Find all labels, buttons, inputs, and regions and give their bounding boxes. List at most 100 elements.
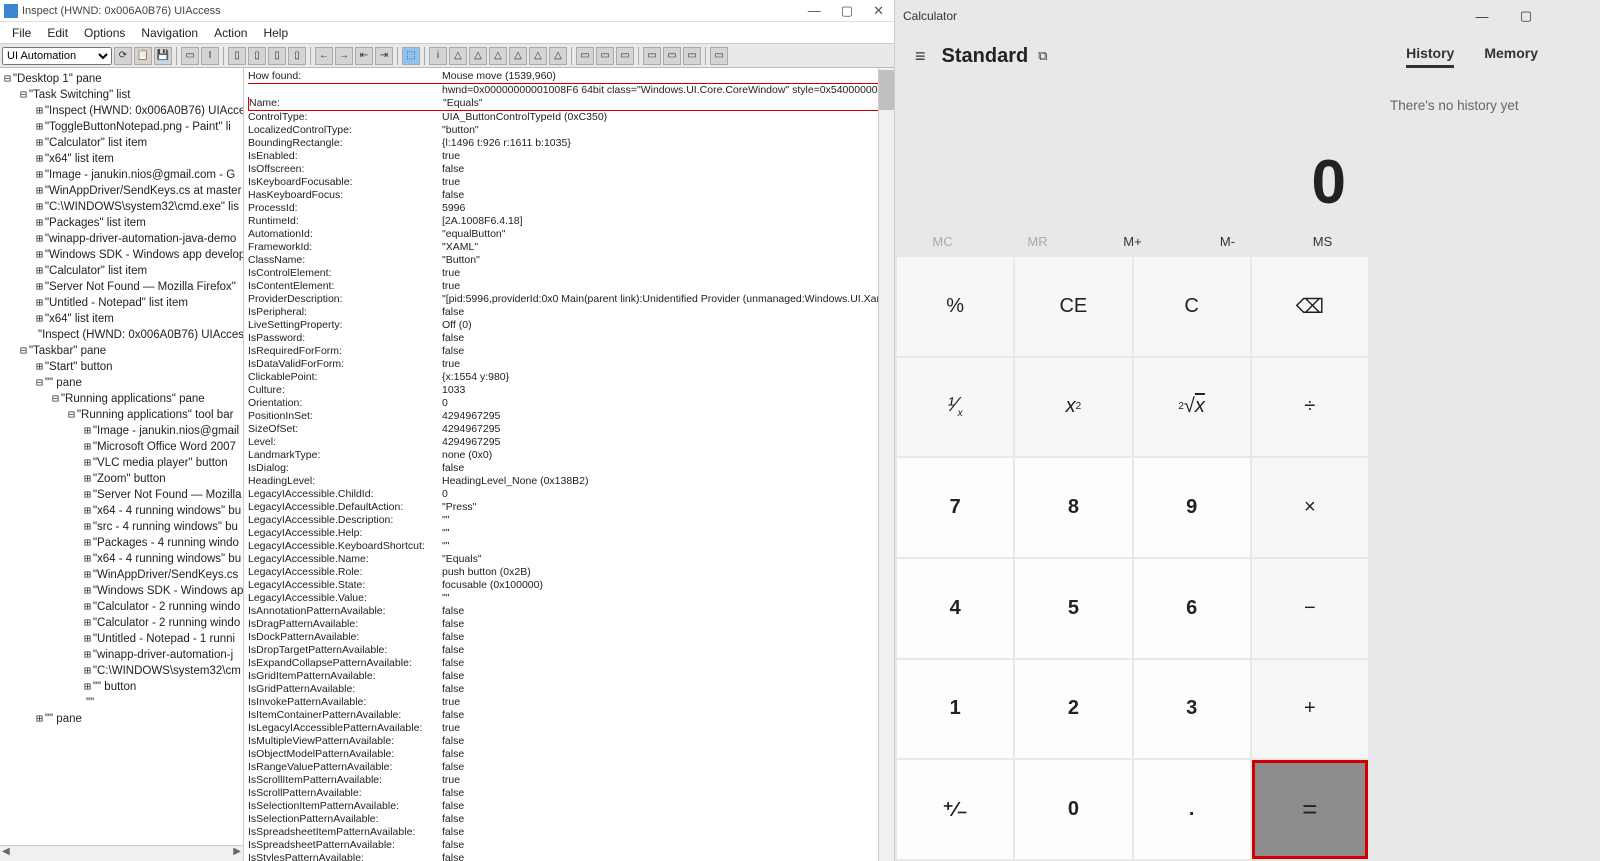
property-row[interactable]: LocalizedControlType:"button" — [248, 124, 890, 137]
property-row[interactable]: FrameworkId:"XAML" — [248, 241, 890, 254]
num-9-button[interactable]: 9 — [1134, 458, 1250, 557]
property-row[interactable]: LegacyIAccessible.Value:"" — [248, 592, 890, 605]
num-0-button[interactable]: 0 — [1015, 760, 1131, 859]
tree-item[interactable]: ⊞"" pane — [0, 710, 243, 726]
close-icon[interactable]: ✕ — [873, 3, 884, 19]
tb-btn-14[interactable]: ⬚ — [402, 47, 420, 65]
tree-item[interactable]: ⊞"x64" list item — [0, 150, 243, 166]
property-row[interactable]: ClickablePoint:{x:1554 y:980} — [248, 371, 890, 384]
property-row[interactable]: HasKeyboardFocus:false — [248, 189, 890, 202]
tb-btn-8[interactable]: ▯ — [268, 47, 286, 65]
property-row[interactable]: IsDockPatternAvailable:false — [248, 631, 890, 644]
property-row[interactable]: IsExpandCollapsePatternAvailable:false — [248, 657, 890, 670]
property-row[interactable]: LegacyIAccessible.ChildId:0 — [248, 488, 890, 501]
tb-btn-10[interactable]: ← — [315, 47, 333, 65]
property-row[interactable]: IsPeripheral:false — [248, 306, 890, 319]
tree-item[interactable]: ⊞"WinAppDriver/SendKeys.cs at master — [0, 182, 243, 198]
property-row[interactable]: IsDialog:false — [248, 462, 890, 475]
tb-btn-12[interactable]: ⇤ — [355, 47, 373, 65]
multiply-button[interactable]: × — [1252, 458, 1368, 557]
property-row[interactable]: LegacyIAccessible.Name:"Equals" — [248, 553, 890, 566]
maximize-icon[interactable]: ▢ — [841, 3, 853, 19]
num-6-button[interactable]: 6 — [1134, 559, 1250, 658]
tree-item[interactable]: ⊞"Image - janukin.nios@gmail — [0, 422, 243, 438]
property-row[interactable]: SizeOfSet:4294967295 — [248, 423, 890, 436]
tree-item[interactable]: ⊞"Microsoft Office Word 2007 — [0, 438, 243, 454]
tree-item[interactable]: ⊞"C:\WINDOWS\system32\cm — [0, 662, 243, 678]
tree-item[interactable]: "" — [0, 694, 243, 710]
tree-item[interactable]: ⊞"x64 - 4 running windows" bu — [0, 550, 243, 566]
property-row[interactable]: IsDragPatternAvailable:false — [248, 618, 890, 631]
num-5-button[interactable]: 5 — [1015, 559, 1131, 658]
clear-entry-button[interactable]: CE — [1015, 257, 1131, 356]
property-row[interactable]: LegacyIAccessible.State:focusable (0x100… — [248, 579, 890, 592]
tree-item[interactable]: ⊞"WinAppDriver/SendKeys.cs — [0, 566, 243, 582]
tb-btn-5[interactable]: I — [201, 47, 219, 65]
tree-item[interactable]: ⊞"Untitled - Notepad" list item — [0, 294, 243, 310]
tb-btn-27[interactable]: ▭ — [683, 47, 701, 65]
calc-minimize-icon[interactable]: — — [1460, 9, 1504, 24]
property-row[interactable]: IsDataValidForForm:true — [248, 358, 890, 371]
property-row[interactable]: Orientation:0 — [248, 397, 890, 410]
num-1-button[interactable]: 1 — [897, 660, 1013, 759]
decimal-button[interactable]: . — [1134, 760, 1250, 859]
tree-item[interactable]: ⊟"Taskbar" pane — [0, 342, 243, 358]
menu-file[interactable]: File — [4, 24, 39, 42]
property-row[interactable]: LegacyIAccessible.Help:"" — [248, 527, 890, 540]
tree-item[interactable]: ⊞"src - 4 running windows" bu — [0, 518, 243, 534]
subtract-button[interactable]: − — [1252, 559, 1368, 658]
properties-vscrollbar[interactable] — [878, 68, 894, 861]
tree-item[interactable]: ⊞"C:\WINDOWS\system32\cmd.exe" lis — [0, 198, 243, 214]
property-row[interactable]: IsItemContainerPatternAvailable:false — [248, 709, 890, 722]
property-row[interactable]: IsInvokePatternAvailable:true — [248, 696, 890, 709]
tree-item[interactable]: ⊞"Packages" list item — [0, 214, 243, 230]
mem-mc[interactable]: MC — [895, 234, 990, 249]
property-row[interactable]: IsScrollPatternAvailable:false — [248, 787, 890, 800]
properties-pane[interactable]: How found:Mouse move (1539,960)hwnd=0x00… — [244, 68, 894, 861]
property-row[interactable]: LegacyIAccessible.KeyboardShortcut:"" — [248, 540, 890, 553]
tree-item[interactable]: ⊞"Image - janukin.nios@gmail.com - G — [0, 166, 243, 182]
property-row[interactable]: IsLegacyIAccessiblePatternAvailable:true — [248, 722, 890, 735]
square-button[interactable]: x2 — [1015, 358, 1131, 457]
tree-item[interactable]: ⊞"" button — [0, 678, 243, 694]
property-row[interactable]: IsRequiredForForm:false — [248, 345, 890, 358]
tb-btn-20[interactable]: △ — [529, 47, 547, 65]
tb-btn-16[interactable]: △ — [449, 47, 467, 65]
property-row[interactable]: IsSelectionPatternAvailable:false — [248, 813, 890, 826]
property-row[interactable]: ProviderDescription:"[pid:5996,providerI… — [248, 293, 890, 306]
tb-btn-18[interactable]: △ — [489, 47, 507, 65]
property-row[interactable]: BoundingRectangle:{l:1496 t:926 r:1611 b… — [248, 137, 890, 150]
tree-item[interactable]: ⊞"VLC media player" button — [0, 454, 243, 470]
minimize-icon[interactable]: — — [808, 3, 821, 19]
property-row[interactable]: IsObjectModelPatternAvailable:false — [248, 748, 890, 761]
tb-btn-11[interactable]: → — [335, 47, 353, 65]
tree-item[interactable]: ⊟"Running applications" tool bar — [0, 406, 243, 422]
menu-action[interactable]: Action — [206, 24, 255, 42]
tab-history[interactable]: History — [1406, 45, 1454, 68]
num-7-button[interactable]: 7 — [897, 458, 1013, 557]
tree-item[interactable]: "Inspect (HWND: 0x006A0B76) UIAccess" — [0, 326, 243, 342]
property-row[interactable]: IsSpreadsheetItemPatternAvailable:false — [248, 826, 890, 839]
tb-btn-28[interactable]: ▭ — [710, 47, 728, 65]
property-row[interactable]: LegacyIAccessible.Role:push button (0x2B… — [248, 566, 890, 579]
keep-on-top-icon[interactable]: ⧉ — [1038, 48, 1047, 64]
tb-btn-2[interactable]: 📋 — [134, 47, 152, 65]
mem-mr[interactable]: MR — [990, 234, 1085, 249]
property-row[interactable]: IsSelectionItemPatternAvailable:false — [248, 800, 890, 813]
tb-btn-4[interactable]: ▭ — [181, 47, 199, 65]
tb-btn-15[interactable]: i — [429, 47, 447, 65]
calc-maximize-icon[interactable]: ▢ — [1504, 8, 1548, 24]
tree-item[interactable]: ⊞"Start" button — [0, 358, 243, 374]
property-row[interactable]: LandmarkType:none (0x0) — [248, 449, 890, 462]
inspect-titlebar[interactable]: Inspect (HWND: 0x006A0B76) UIAccess — ▢ … — [0, 0, 894, 22]
tree-item[interactable]: ⊟"Task Switching" list — [0, 86, 243, 102]
tree-item[interactable]: ⊟"Desktop 1" pane — [0, 70, 243, 86]
menu-navigation[interactable]: Navigation — [133, 24, 206, 42]
tree-item[interactable]: ⊞"Calculator" list item — [0, 134, 243, 150]
property-row[interactable]: IsPassword:false — [248, 332, 890, 345]
tb-btn-19[interactable]: △ — [509, 47, 527, 65]
property-row[interactable]: Level:4294967295 — [248, 436, 890, 449]
property-row[interactable]: IsDropTargetPatternAvailable:false — [248, 644, 890, 657]
num-2-button[interactable]: 2 — [1015, 660, 1131, 759]
property-row[interactable]: IsStylesPatternAvailable:false — [248, 852, 890, 861]
